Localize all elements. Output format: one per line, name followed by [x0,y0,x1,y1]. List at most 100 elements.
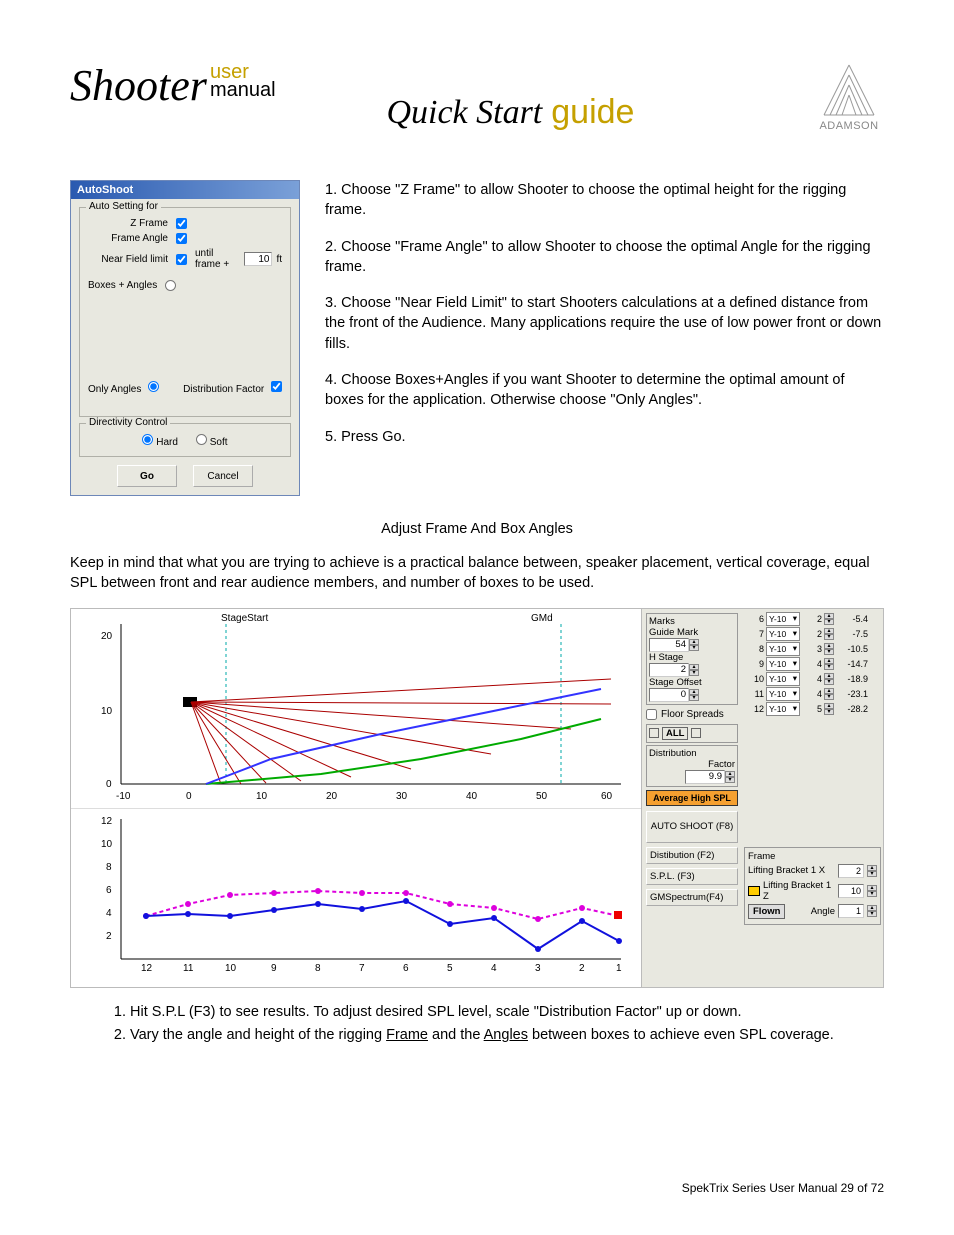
box-model-select[interactable]: Y-10▾ [766,627,800,641]
floorspreads-checkbox[interactable] [646,709,657,720]
product-name: Shooter [70,61,207,110]
spl-chart: 1210 86 42 1211 109 87 65 43 21 [71,809,641,974]
box-row: 11Y-10▾4▴▾-23.1 [744,687,881,701]
brand-name: ADAMSON [814,120,884,132]
spin-icon[interactable]: ▴▾ [867,865,877,877]
spin-icon[interactable]: ▴▾ [867,905,877,917]
box-value: 2 [802,629,822,639]
boxesangles-radio[interactable] [165,280,176,291]
frameangle-checkbox[interactable] [176,233,187,244]
hard-label: Hard [156,437,178,448]
spin-icon[interactable]: ▴▾ [725,771,735,783]
nearfield-unit: ft [276,254,282,265]
box-model-select[interactable]: Y-10▾ [766,702,800,716]
box-model-select[interactable]: Y-10▾ [766,672,800,686]
svg-text:10: 10 [101,706,113,717]
box-table: 6Y-10▾2▴▾-5.47Y-10▾2▴▾-7.58Y-10▾3▴▾-10.5… [744,612,881,716]
zframe-checkbox[interactable] [176,218,187,229]
stageoffset-input[interactable] [649,688,689,702]
angle-label: Angle [788,906,835,917]
avg-high-spl-button[interactable]: Average High SPL [646,790,738,806]
spin-icon[interactable]: ▴▾ [689,639,699,651]
onlyangles-label: Only Angles [88,384,141,395]
gmspectrum-button[interactable]: GMSpectrum(F4) [646,889,738,906]
all-button[interactable]: ALL [662,727,688,740]
logo-manual-text: manual [210,80,276,100]
box-number: 10 [744,674,764,684]
nearfield-checkbox[interactable] [176,254,187,265]
autoshoot-dialog: AutoShoot Auto Setting for Z Frame Frame… [70,180,300,496]
spin-icon[interactable]: ▴▾ [824,613,834,625]
go-button[interactable]: Go [117,465,177,487]
lb1x-input[interactable] [838,864,864,878]
lb1z-input[interactable] [838,884,864,898]
box-angle: -23.1 [836,689,868,699]
spin-icon[interactable]: ▴▾ [824,673,834,685]
spl-button[interactable]: S.P.L. (F3) [646,868,738,885]
svg-text:2: 2 [579,963,585,974]
distfactor-label: Distribution Factor [183,384,264,395]
nearfield-input[interactable] [244,252,272,266]
onlyangles-radio[interactable] [148,381,159,392]
spin-icon[interactable]: ▴▾ [824,688,834,700]
spin-icon[interactable]: ▴▾ [689,689,699,701]
hard-radio[interactable] [142,434,153,445]
guidemark-input[interactable] [649,638,689,652]
svg-text:12: 12 [101,816,113,827]
box-model-select[interactable]: Y-10▾ [766,642,800,656]
box-angle: -10.5 [836,644,868,654]
bottom-instruction-1: Hit S.P.L (F3) to see results. To adjust… [130,1002,884,1024]
svg-text:12: 12 [141,963,153,974]
flown-button[interactable]: Flown [748,904,785,919]
gmd-label: GMd [531,613,553,624]
box-value: 5 [802,704,822,714]
zframe-label: Z Frame [88,218,168,229]
soft-radio[interactable] [196,434,207,445]
section-autoshoot: AutoShoot Auto Setting for Z Frame Frame… [70,180,884,496]
box-angle: -14.7 [836,659,868,669]
soft-label: Soft [210,437,228,448]
box-model-select[interactable]: Y-10▾ [766,657,800,671]
section-subheading: Adjust Frame And Box Angles [70,521,884,537]
svg-text:8: 8 [106,862,112,873]
distribution-button[interactable]: Distibution (F2) [646,847,738,864]
expand-icon[interactable] [649,728,659,738]
svg-text:9: 9 [271,963,277,974]
bottom-instructions: Hit S.P.L (F3) to see results. To adjust… [130,1002,884,1048]
spin-icon[interactable]: ▴▾ [824,628,834,640]
box-value: 2 [802,614,822,624]
svg-text:3: 3 [535,963,541,974]
spin-icon[interactable]: ▴▾ [867,885,877,897]
svg-text:2: 2 [106,931,112,942]
warning-icon [748,886,760,896]
box-value: 4 [802,674,822,684]
keep-in-mind-text: Keep in mind that what you are trying to… [70,553,884,594]
svg-text:40: 40 [466,791,478,802]
distfactor-checkbox[interactable] [271,381,282,392]
collapse-icon[interactable] [691,728,701,738]
box-model-select[interactable]: Y-10▾ [766,687,800,701]
box-angle: -18.9 [836,674,868,684]
spin-icon[interactable]: ▴▾ [824,703,834,715]
boxesangles-label: Boxes + Angles [88,280,157,291]
angle-input[interactable] [838,904,864,918]
cancel-button[interactable]: Cancel [193,465,253,487]
distfactor-input[interactable] [685,770,725,784]
spin-icon[interactable]: ▴▾ [824,658,834,670]
spin-icon[interactable]: ▴▾ [824,643,834,655]
svg-text:0: 0 [186,791,192,802]
box-row: 8Y-10▾3▴▾-10.5 [744,642,881,656]
box-row: 6Y-10▾2▴▾-5.4 [744,612,881,626]
autoshoot-button[interactable]: AUTO SHOOT (F8) [646,811,738,843]
hstage-input[interactable] [649,663,689,677]
brand-logo: ADAMSON [814,60,884,140]
svg-text:1: 1 [616,963,622,974]
spin-icon[interactable]: ▴▾ [689,664,699,676]
nearfield-label: Near Field limit [88,254,168,265]
factor-label: Factor [649,759,735,770]
coverage-chart: StageStart GMd 20 10 0 -100 1020 3040 50… [71,609,641,809]
box-value: 3 [802,644,822,654]
box-model-select[interactable]: Y-10▾ [766,612,800,626]
svg-text:10: 10 [256,791,268,802]
box-angle: -7.5 [836,629,868,639]
